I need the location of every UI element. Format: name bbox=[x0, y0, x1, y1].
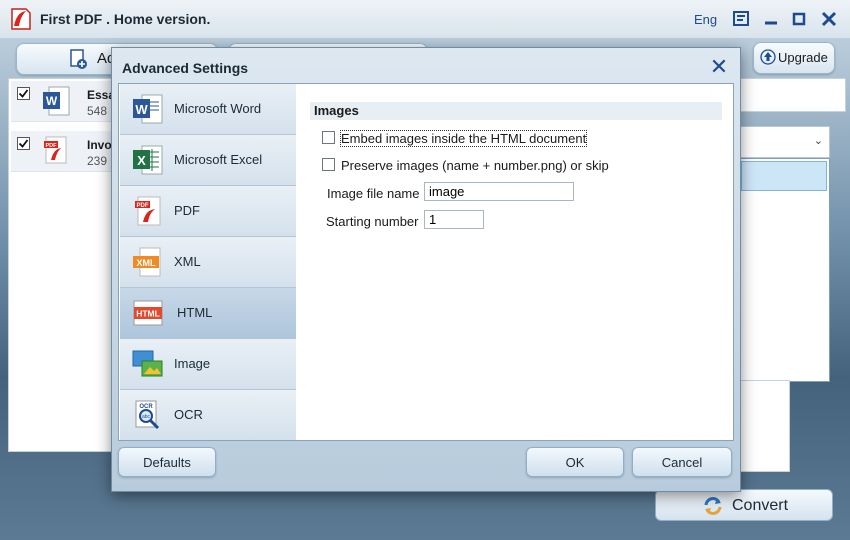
sidebar-item-label: PDF bbox=[174, 203, 200, 218]
image-icon bbox=[132, 350, 163, 377]
file-row[interactable]: PDF Invo 239 bbox=[11, 131, 115, 172]
sidebar-item-label: OCR bbox=[174, 407, 203, 422]
file-size: 548 bbox=[87, 104, 108, 118]
cancel-button[interactable]: Cancel bbox=[632, 447, 732, 477]
convert-label: Convert bbox=[732, 497, 789, 514]
ocr-icon: OCR abc bbox=[135, 400, 160, 430]
dialog-title: Advanced Settings bbox=[122, 60, 249, 76]
svg-text:abc: abc bbox=[142, 414, 151, 420]
language-selector[interactable]: Eng bbox=[694, 12, 717, 27]
sidebar-item-label: Microsoft Word bbox=[174, 101, 262, 116]
format-dropdown-list bbox=[738, 158, 830, 382]
pdf-icon: PDF bbox=[135, 196, 161, 226]
pdf-icon: PDF bbox=[44, 136, 67, 164]
svg-text:PDF: PDF bbox=[46, 143, 58, 149]
starting-number-label: Starting number bbox=[326, 214, 419, 229]
convert-button[interactable]: Convert bbox=[655, 489, 833, 521]
xml-icon: XML bbox=[133, 247, 161, 277]
svg-text:PDF: PDF bbox=[137, 203, 149, 209]
sidebar-item-xml[interactable]: XML XML bbox=[120, 237, 296, 288]
upgrade-button[interactable]: Upgrade bbox=[753, 42, 835, 74]
preserve-images-checkbox[interactable]: Preserve images (name + number.png) or s… bbox=[322, 158, 609, 173]
image-file-name-label: Image file name bbox=[327, 186, 420, 201]
checkbox-box[interactable] bbox=[322, 158, 335, 171]
upgrade-label: Upgrade bbox=[778, 50, 828, 65]
svg-text:HTML: HTML bbox=[136, 309, 160, 319]
file-row[interactable]: W Essa 548 bbox=[11, 81, 115, 122]
word-icon: W bbox=[43, 86, 70, 116]
defaults-button[interactable]: Defaults bbox=[118, 447, 216, 477]
sidebar-item-pdf[interactable]: PDF PDF bbox=[120, 186, 296, 237]
page-preview bbox=[738, 380, 790, 472]
settings-content-panel: Images Embed images inside the HTML docu… bbox=[296, 83, 734, 441]
sidebar-item-label: HTML bbox=[177, 305, 213, 320]
svg-text:W: W bbox=[46, 94, 58, 108]
embed-images-checkbox[interactable]: Embed images inside the HTML document bbox=[322, 130, 588, 147]
file-name: Invo bbox=[87, 138, 112, 152]
maximize-icon[interactable] bbox=[788, 8, 810, 30]
file-checkbox[interactable] bbox=[17, 137, 30, 150]
close-app-icon[interactable] bbox=[818, 8, 840, 30]
excel-icon: X bbox=[133, 145, 163, 175]
settings-sidebar: W Microsoft Word X Microsoft Excel PDF P… bbox=[118, 83, 298, 441]
sidebar-item-ocr[interactable]: OCR abc OCR bbox=[120, 390, 296, 440]
file-checkbox[interactable] bbox=[17, 87, 30, 100]
ok-button[interactable]: OK bbox=[526, 447, 624, 477]
svg-text:XML: XML bbox=[137, 258, 157, 268]
format-dropdown-selected[interactable] bbox=[741, 161, 827, 191]
sidebar-item-excel[interactable]: X Microsoft Excel bbox=[120, 135, 296, 186]
file-size: 239 bbox=[87, 154, 108, 168]
sidebar-item-label: Microsoft Excel bbox=[174, 152, 263, 167]
minimize-icon[interactable] bbox=[760, 8, 782, 30]
file-list: W Essa 548 PDF Invo 239 bbox=[8, 78, 118, 452]
word-icon: W bbox=[133, 94, 163, 124]
sidebar-item-image[interactable]: Image bbox=[120, 339, 296, 390]
sidebar-item-html[interactable]: HTML HTML bbox=[120, 288, 296, 339]
advanced-settings-dialog: Advanced Settings ✕ W Microsoft Word X M… bbox=[111, 47, 741, 492]
chevron-down-icon: ⌄ bbox=[813, 135, 823, 147]
app-title: First PDF . Home version. bbox=[40, 11, 211, 27]
format-dropdown[interactable]: ⌄ bbox=[738, 126, 830, 158]
sidebar-item-label: Image bbox=[174, 356, 211, 371]
sidebar-item-word[interactable]: W Microsoft Word bbox=[120, 84, 296, 135]
svg-text:X: X bbox=[137, 153, 146, 168]
section-title-images: Images bbox=[310, 102, 722, 120]
preserve-images-label: Preserve images (name + number.png) or s… bbox=[341, 158, 609, 173]
checkbox-box[interactable] bbox=[322, 131, 335, 144]
register-icon[interactable] bbox=[731, 8, 753, 30]
svg-text:W: W bbox=[135, 102, 148, 117]
sidebar-item-label: XML bbox=[174, 254, 201, 269]
close-icon[interactable]: ✕ bbox=[709, 56, 729, 78]
app-logo-icon bbox=[11, 8, 31, 30]
embed-images-label: Embed images inside the HTML document bbox=[339, 130, 588, 147]
html-icon: HTML bbox=[133, 300, 163, 326]
title-bar: First PDF . Home version. Eng bbox=[0, 0, 850, 38]
add-file-icon bbox=[70, 49, 87, 69]
starting-number-input[interactable] bbox=[424, 210, 484, 229]
output-folder-field[interactable] bbox=[738, 78, 846, 112]
convert-refresh-icon bbox=[704, 497, 722, 515]
upgrade-arrow-icon bbox=[760, 49, 776, 65]
image-file-name-input[interactable] bbox=[424, 182, 574, 201]
